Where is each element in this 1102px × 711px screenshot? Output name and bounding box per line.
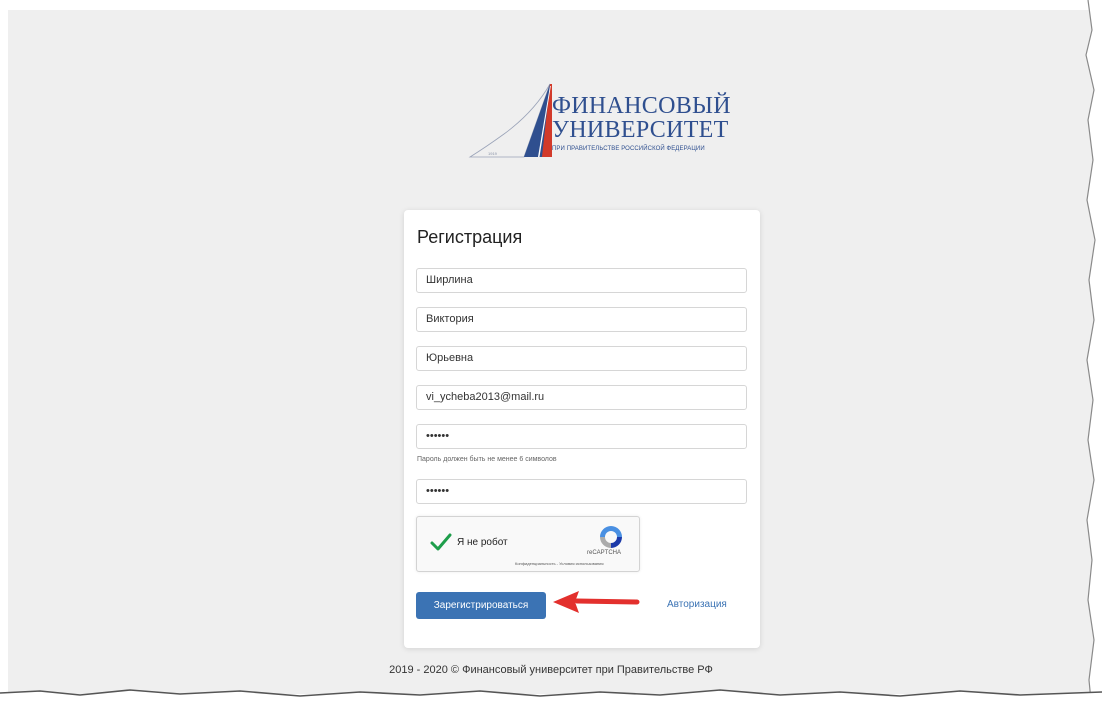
logo-line-1: ФИНАНСОВЫЙ: [552, 93, 731, 119]
checkmark-icon[interactable]: [429, 530, 453, 554]
svg-text:1919: 1919: [488, 151, 498, 156]
password-confirm-input[interactable]: ••••••: [416, 479, 747, 504]
recaptcha-widget[interactable]: Я не робот reCAPTCHA Конфиденциальность …: [416, 516, 640, 572]
logo-subtitle: ПРИ ПРАВИТЕЛЬСТВЕ РОССИЙСКОЙ ФЕДЕРАЦИИ: [552, 146, 705, 152]
registration-card: Регистрация Ширлина Виктория Юрьевна vi_…: [404, 210, 760, 648]
password-hint: Пароль должен быть не менее 6 символов: [417, 456, 557, 463]
red-arrow-icon: [553, 591, 640, 613]
email-input[interactable]: vi_ycheba2013@mail.ru: [416, 385, 747, 410]
torn-edge-bottom: [0, 689, 1102, 711]
university-logo: 1919 ФИНАНСОВЫЙ УНИВЕРСИТЕТ ПРИ ПРАВИТЕЛ…: [464, 72, 731, 162]
logo-emblem-icon: 1919: [468, 83, 552, 158]
last-name-input[interactable]: Ширлина: [416, 268, 747, 293]
logo-line-2: УНИВЕРСИТЕТ: [552, 117, 729, 143]
captcha-label: Я не робот: [457, 537, 508, 548]
browser-viewport: 1919 ФИНАНСОВЫЙ УНИВЕРСИТЕТ ПРИ ПРАВИТЕЛ…: [8, 10, 1094, 694]
register-button[interactable]: Зарегистрироваться: [416, 592, 546, 619]
recaptcha-brand: reCAPTCHA: [587, 550, 622, 556]
logo-wordmark: ФИНАНСОВЫЙ УНИВЕРСИТЕТ: [552, 94, 731, 142]
torn-edge-right: [1085, 0, 1102, 711]
page: 1919 ФИНАНСОВЫЙ УНИВЕРСИТЕТ ПРИ ПРАВИТЕЛ…: [0, 0, 1102, 711]
footer-copyright: 2019 - 2020 © Финансовый университет при…: [389, 664, 713, 676]
form-title: Регистрация: [417, 227, 523, 247]
password-input[interactable]: ••••••: [416, 424, 747, 449]
middle-name-input[interactable]: Юрьевна: [416, 346, 747, 371]
login-link[interactable]: Авторизация: [667, 599, 727, 610]
recaptcha-logo-icon: [600, 526, 622, 548]
first-name-input[interactable]: Виктория: [416, 307, 747, 332]
recaptcha-links[interactable]: Конфиденциальность - Условия использован…: [515, 561, 604, 566]
